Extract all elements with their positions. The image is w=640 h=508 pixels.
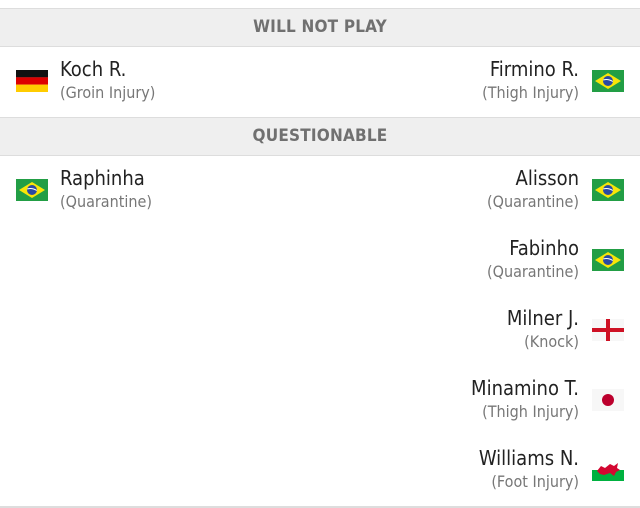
japan-flag-icon: [592, 389, 624, 411]
absence-reason: (Quarantine): [487, 262, 579, 281]
player-name: Fabinho: [509, 236, 579, 260]
england-flag-icon: [592, 319, 624, 341]
home-team-column: Koch R. (Groin Injury): [0, 47, 155, 117]
section-header: WILL NOT PLAY: [0, 8, 640, 47]
player-name: Williams N.: [478, 446, 579, 470]
player-name: Firmino R.: [489, 57, 579, 81]
player-item[interactable]: Firmino R. (Thigh Injury): [482, 47, 640, 117]
player-item[interactable]: Milner J. (Knock): [471, 296, 640, 366]
away-team-column: Alisson (Quarantine) Fabinho (Quarantine) Mi…: [471, 156, 640, 506]
absence-reason: (Groin Injury): [60, 83, 156, 102]
brazil-flag-icon: [592, 249, 624, 271]
section-header: QUESTIONABLE: [0, 117, 640, 156]
absence-reason: (Knock): [524, 332, 579, 351]
player-name: Koch R.: [60, 57, 127, 81]
player-item[interactable]: Minamino T. (Thigh Injury): [471, 366, 640, 436]
player-name: Raphinha: [60, 166, 145, 190]
section-body: Raphinha (Quarantine) Alisson (Quarantine) F…: [0, 156, 640, 508]
brazil-flag-icon: [592, 179, 624, 201]
player-item[interactable]: Koch R. (Groin Injury): [0, 47, 155, 117]
player-item[interactable]: Alisson (Quarantine): [471, 156, 640, 226]
absence-reason: (Quarantine): [60, 192, 152, 211]
brazil-flag-icon: [16, 179, 48, 201]
section-body: Koch R. (Groin Injury) Firmino R. (Thigh In…: [0, 47, 640, 117]
player-name: Alisson: [515, 166, 579, 190]
brazil-flag-icon: [592, 70, 624, 92]
germany-flag-icon: [16, 70, 48, 92]
player-name: Minamino T.: [471, 376, 579, 400]
player-name: Milner J.: [506, 306, 579, 330]
absence-reason: (Thigh Injury): [482, 402, 579, 421]
missing-players-list: WILL NOT PLAY Koch R. (Groin Injury) Firmin…: [0, 8, 640, 508]
absence-reason: (Foot Injury): [491, 472, 579, 491]
player-item[interactable]: Raphinha (Quarantine): [0, 156, 152, 226]
home-team-column: Raphinha (Quarantine): [0, 156, 152, 506]
absence-reason: (Thigh Injury): [482, 83, 579, 102]
away-team-column: Firmino R. (Thigh Injury): [482, 47, 640, 117]
player-item[interactable]: Fabinho (Quarantine): [471, 226, 640, 296]
wales-flag-icon: [592, 459, 624, 481]
absence-reason: (Quarantine): [487, 192, 579, 211]
player-item[interactable]: Williams N. (Foot Injury): [471, 436, 640, 506]
